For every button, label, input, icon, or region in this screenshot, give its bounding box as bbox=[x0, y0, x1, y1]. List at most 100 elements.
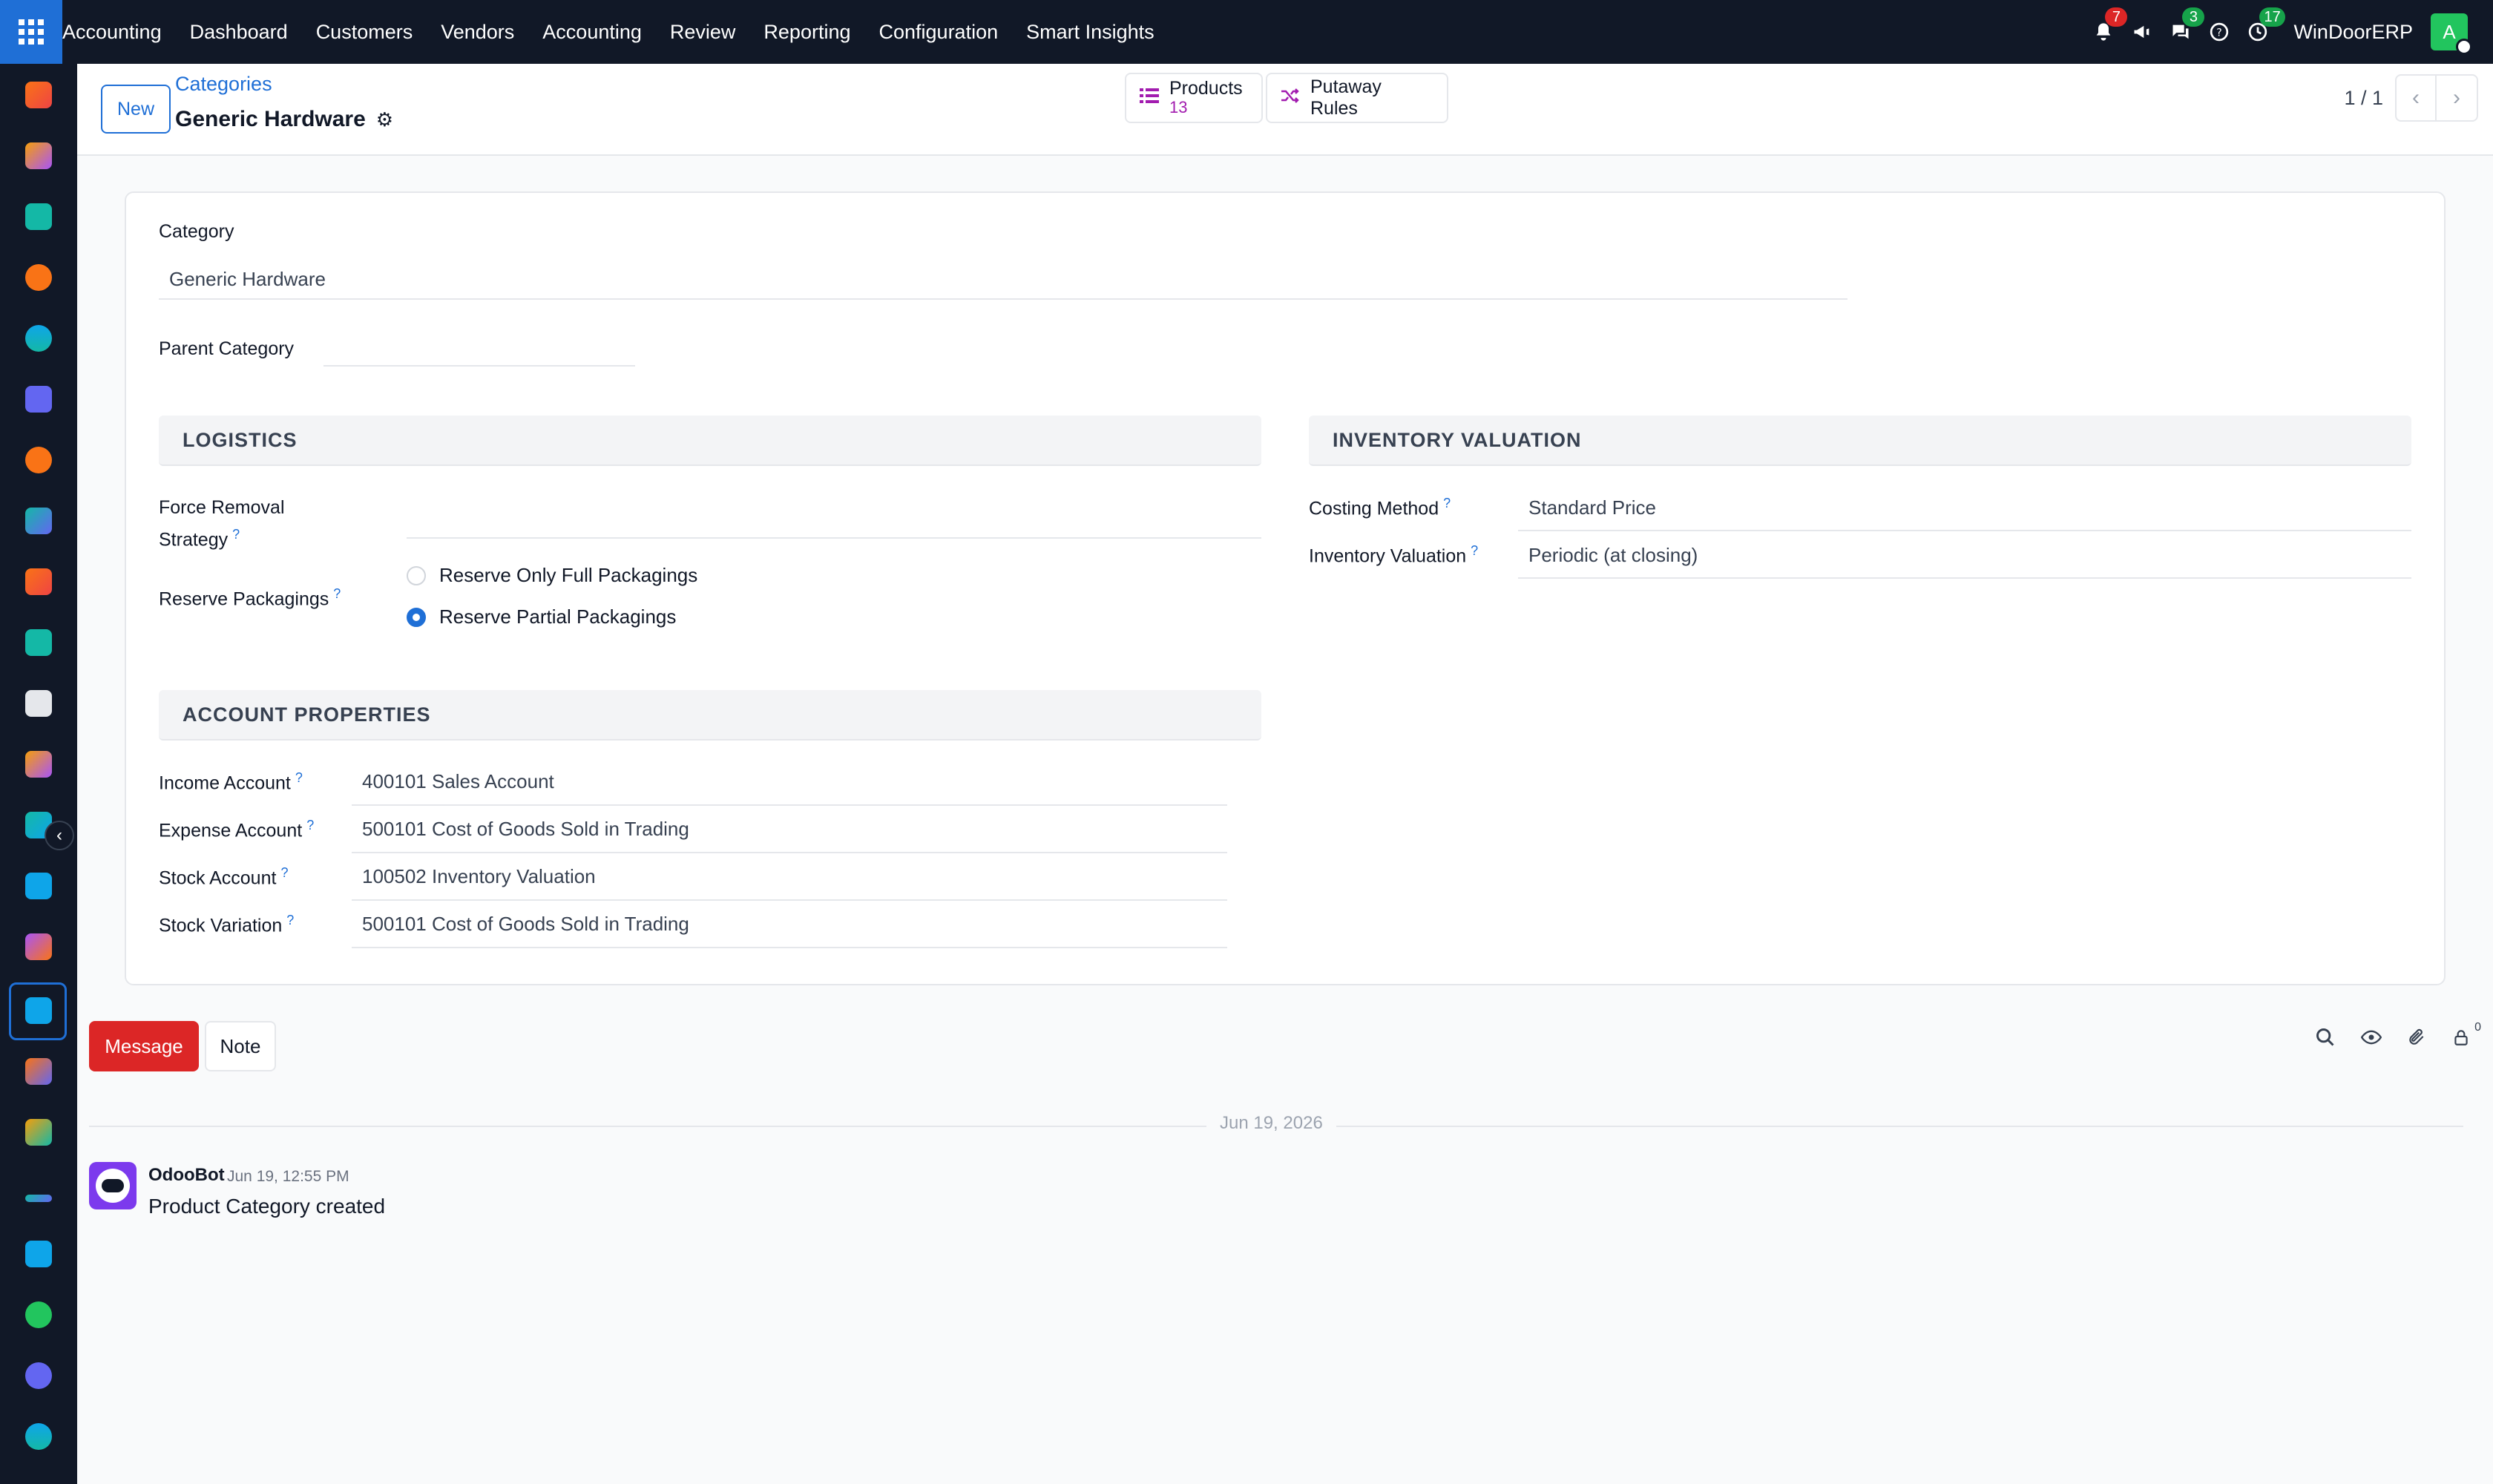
radio-reserve-partial[interactable]: Reserve Partial Packagings bbox=[407, 605, 676, 628]
apps-menu-button[interactable] bbox=[0, 0, 62, 64]
list-icon bbox=[1140, 88, 1159, 109]
menu-customers[interactable]: Customers bbox=[316, 21, 413, 44]
inventory-valuation-group-title: INVENTORY VALUATION bbox=[1309, 416, 2411, 466]
help-tooltip-icon[interactable]: ? bbox=[286, 913, 294, 928]
app-icon-reporting[interactable] bbox=[25, 568, 52, 595]
announcements-button[interactable] bbox=[2123, 0, 2161, 64]
app-icon-live-chat[interactable] bbox=[25, 447, 52, 473]
radio-partial-packagings[interactable] bbox=[407, 607, 426, 627]
eye-icon[interactable] bbox=[2360, 1027, 2382, 1053]
search-icon[interactable] bbox=[2315, 1027, 2336, 1053]
products-label: Products bbox=[1169, 78, 1243, 99]
stock-variation-input[interactable]: 500101 Cost of Goods Sold in Trading bbox=[352, 901, 1227, 948]
app-icon-purchase[interactable] bbox=[25, 933, 52, 960]
help-tooltip-icon[interactable]: ? bbox=[1471, 543, 1478, 558]
user-avatar[interactable]: A bbox=[2431, 13, 2472, 55]
expense-account-label: Expense Account? bbox=[159, 818, 315, 841]
apps-grid-icon bbox=[19, 19, 44, 45]
bot-face-icon bbox=[96, 1169, 130, 1203]
income-account-label: Income Account? bbox=[159, 770, 303, 794]
force-removal-strategy-input[interactable] bbox=[407, 494, 1261, 539]
radio-reserve-full[interactable]: Reserve Only Full Packagings bbox=[407, 564, 697, 587]
chevron-left-icon: ‹ bbox=[56, 825, 62, 845]
company-switcher[interactable]: WinDoorERP bbox=[2293, 21, 2413, 44]
messaging-button[interactable]: 3 bbox=[2161, 0, 2205, 64]
help-tooltip-icon[interactable]: ? bbox=[295, 770, 303, 785]
menu-smart-insights[interactable]: Smart Insights bbox=[1026, 21, 1154, 44]
app-icon-sales[interactable] bbox=[25, 508, 52, 534]
activities-badge: 17 bbox=[2259, 7, 2285, 27]
main-menu: Accounting Dashboard Customers Vendors A… bbox=[62, 0, 1183, 64]
costing-method-select[interactable]: Standard Price bbox=[1518, 485, 2411, 531]
log-note-button[interactable]: Note bbox=[205, 1021, 276, 1071]
send-message-button[interactable]: Message bbox=[89, 1021, 199, 1071]
menu-dashboard[interactable]: Dashboard bbox=[190, 21, 288, 44]
parent-category-input[interactable] bbox=[323, 332, 635, 367]
category-name-input[interactable]: Generic Hardware bbox=[159, 260, 1847, 300]
radio-full-packagings[interactable] bbox=[407, 565, 426, 585]
menu-accounting[interactable]: Accounting bbox=[542, 21, 642, 44]
radio-partial-label: Reserve Partial Packagings bbox=[439, 605, 677, 628]
putaway-rules-smart-button[interactable]: Putaway Rules bbox=[1266, 73, 1448, 123]
new-button[interactable]: New bbox=[101, 85, 171, 134]
date-separator: Jun 19, 2026 bbox=[89, 1113, 2463, 1138]
help-tooltip-icon[interactable]: ? bbox=[333, 586, 341, 601]
pager-previous-button[interactable]: ‹ bbox=[2395, 74, 2437, 122]
app-icon-apps[interactable] bbox=[25, 1241, 52, 1267]
help-tooltip-icon[interactable]: ? bbox=[232, 527, 240, 542]
app-icon-accounting[interactable] bbox=[25, 997, 52, 1024]
app-icon-contacts[interactable] bbox=[25, 203, 52, 230]
help-button[interactable]: ? bbox=[2200, 0, 2239, 64]
help-tooltip-icon[interactable]: ? bbox=[306, 818, 314, 833]
notifications-button[interactable]: 7 bbox=[2084, 0, 2128, 64]
stock-account-input[interactable]: 100502 Inventory Valuation bbox=[352, 853, 1227, 901]
app-icon-dashboards[interactable] bbox=[25, 82, 52, 108]
app-icon-whatsapp[interactable] bbox=[25, 1301, 52, 1328]
odoobot-avatar[interactable] bbox=[89, 1162, 137, 1209]
date-separator-text: Jun 19, 2026 bbox=[1206, 1113, 1336, 1134]
menu-review[interactable]: Review bbox=[670, 21, 736, 44]
help-tooltip-icon[interactable]: ? bbox=[1443, 496, 1451, 510]
app-icon-employees[interactable] bbox=[25, 629, 52, 656]
app-icon-inventory[interactable] bbox=[25, 690, 52, 717]
chevron-right-icon: › bbox=[2453, 85, 2460, 110]
app-icon-studio[interactable] bbox=[25, 1423, 52, 1450]
user-initial: A bbox=[2443, 20, 2456, 43]
inventory-valuation-label: Inventory Valuation? bbox=[1309, 543, 1479, 567]
reserve-packagings-label: Reserve Packagings? bbox=[159, 586, 341, 610]
megaphone-icon bbox=[2134, 25, 2149, 39]
control-panel: New Categories Generic Hardware ⚙ Produc… bbox=[77, 64, 2493, 156]
app-icon-crm[interactable] bbox=[25, 264, 52, 291]
menu-configuration[interactable]: Configuration bbox=[879, 21, 999, 44]
app-name[interactable]: Accounting bbox=[62, 21, 162, 44]
pager-value[interactable]: 1 / 1 bbox=[2344, 87, 2383, 110]
force-removal-label: Force Removal Strategy? bbox=[159, 497, 285, 551]
app-icon-discuss[interactable] bbox=[25, 142, 52, 169]
logistics-group-title: LOGISTICS bbox=[159, 416, 1261, 466]
message-author[interactable]: OdooBot bbox=[148, 1165, 225, 1186]
app-icon-sign[interactable] bbox=[25, 1195, 52, 1202]
paperclip-icon[interactable] bbox=[2407, 1027, 2426, 1053]
app-icon-manufacturing[interactable] bbox=[25, 751, 52, 778]
app-icon-website[interactable] bbox=[25, 325, 52, 352]
help-tooltip-icon[interactable]: ? bbox=[280, 865, 288, 880]
follower-icon[interactable]: 0 bbox=[2451, 1021, 2481, 1053]
activities-button[interactable]: 17 bbox=[2239, 0, 2285, 64]
breadcrumb-categories[interactable]: Categories bbox=[175, 73, 272, 96]
pager-next-button[interactable]: › bbox=[2437, 74, 2478, 122]
inventory-valuation-select[interactable]: Periodic (at closing) bbox=[1518, 533, 2411, 579]
sidebar-collapse-button[interactable]: ‹ bbox=[45, 821, 74, 850]
app-icon-email-marketing[interactable] bbox=[25, 386, 52, 413]
menu-vendors[interactable]: Vendors bbox=[441, 21, 514, 44]
message-body: Product Category created bbox=[148, 1195, 386, 1218]
app-icon-team[interactable] bbox=[25, 1058, 52, 1085]
income-account-input[interactable]: 400101 Sales Account bbox=[352, 758, 1227, 806]
menu-reporting[interactable]: Reporting bbox=[763, 21, 850, 44]
message-timestamp: Jun 19, 12:55 PM bbox=[227, 1168, 349, 1185]
gear-icon[interactable]: ⚙ bbox=[376, 108, 393, 131]
products-smart-button[interactable]: Products 13 bbox=[1125, 73, 1263, 123]
expense-account-input[interactable]: 500101 Cost of Goods Sold in Trading bbox=[352, 806, 1227, 853]
app-icon-calendar[interactable] bbox=[25, 1119, 52, 1146]
app-icon-timesheets[interactable] bbox=[25, 1362, 52, 1389]
app-icon-knowledge[interactable] bbox=[25, 873, 52, 899]
